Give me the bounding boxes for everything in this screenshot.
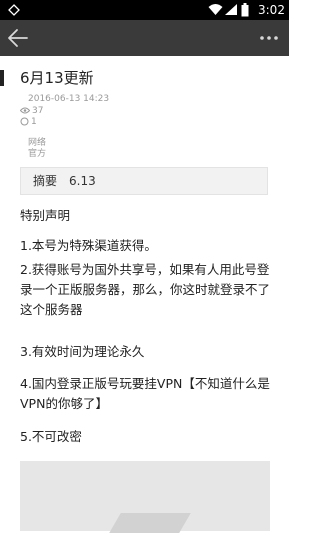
summary-value: 6.13 (69, 174, 96, 188)
comment-icon (20, 117, 29, 126)
back-arrow-icon[interactable] (7, 28, 29, 48)
title-row: 6月13更新 (0, 68, 289, 90)
summary-label: 摘要 (33, 174, 58, 188)
comments-count: 1 (31, 117, 37, 127)
status-time: 3:02 (258, 3, 285, 17)
paragraph-heading: 特别声明 (20, 208, 71, 223)
views-count-row: 37 (20, 106, 43, 117)
notification-icon (8, 4, 20, 16)
image-shape (109, 513, 191, 533)
summary-box: 摘要 6.13 (20, 167, 268, 195)
article-title: 6月13更新 (20, 69, 94, 87)
eye-icon (20, 107, 30, 114)
more-options-icon[interactable] (258, 30, 280, 46)
views-count: 37 (32, 106, 44, 116)
comments-count-row: 1 (20, 117, 37, 128)
title-accent-bar (0, 70, 4, 86)
paragraph-2: 2.获得账号为国外共享号，如果有人用此号登录一个正版服务器，那么，你这时就登录不… (20, 262, 271, 317)
app-bar (0, 20, 289, 56)
article-image[interactable] (20, 461, 270, 533)
signal-icon (225, 4, 237, 15)
tag-line-2: 官方 (28, 149, 47, 159)
paragraph-5: 5.不可改密 (20, 429, 82, 444)
battery-icon (241, 3, 249, 17)
wifi-icon (208, 4, 223, 15)
paragraph-3: 3.有效时间为理论永久 (20, 344, 145, 359)
article-date: 2016-06-13 14:23 (28, 94, 110, 104)
tag-line-1: 网络 (28, 138, 47, 148)
paragraph-4: 4.国内登录正版号玩要挂VPN【不知道什么是VPN的你够了】 (20, 376, 270, 411)
status-bar: 3:02 (0, 0, 289, 20)
paragraph-1: 1.本号为特殊渠道获得。 (20, 238, 157, 253)
